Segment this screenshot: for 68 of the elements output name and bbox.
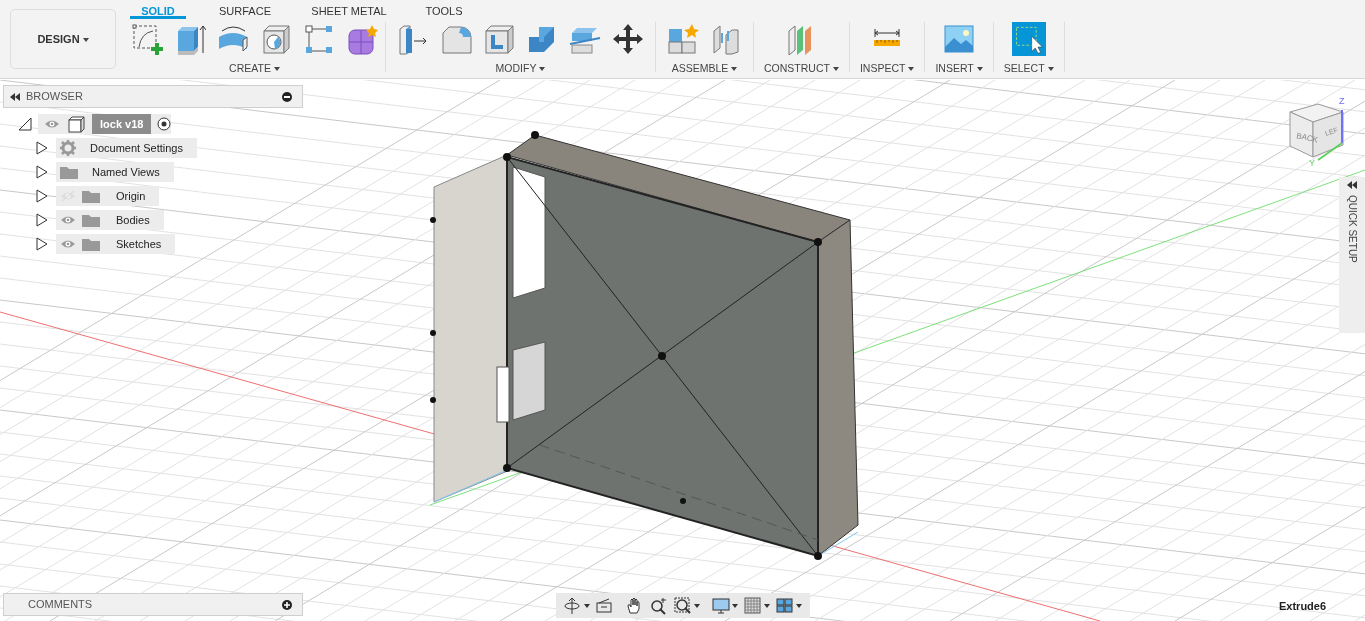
folder-icon [60, 165, 78, 179]
collapse-icon[interactable] [1347, 181, 1357, 189]
move-icon [612, 23, 644, 55]
zoom-icon [650, 596, 668, 615]
side-panel[interactable]: QUICK SETUP [1339, 177, 1365, 333]
joint-icon [710, 23, 742, 55]
toolbar-menu[interactable]: CREATE [229, 61, 280, 77]
tab[interactable]: SHEET METAL [304, 0, 394, 19]
caret-icon [732, 603, 738, 608]
component-icon [66, 115, 86, 133]
caret-icon [584, 603, 590, 608]
toolbar-menu[interactable]: CONSTRUCT [764, 61, 839, 77]
toolbar-menu[interactable]: MODIFY [495, 61, 546, 77]
caret-icon [796, 603, 802, 608]
folder-icon [82, 213, 100, 227]
activate-icon[interactable] [157, 117, 172, 131]
sketch-icon [131, 23, 163, 55]
folder-icon [82, 237, 100, 251]
tool-button[interactable] [611, 22, 645, 56]
panel-title: COMMENTS [28, 597, 93, 613]
viewports-icon [776, 596, 794, 615]
window-select-icon [1011, 20, 1046, 58]
zoom-window-icon [674, 596, 692, 615]
axis-label: Y [1309, 158, 1315, 168]
look-at-icon [596, 596, 614, 615]
image-icon [943, 23, 976, 55]
grid-icon [744, 596, 762, 615]
eye-icon[interactable] [60, 214, 76, 226]
expand-arrow-icon[interactable] [36, 165, 50, 179]
expand-arrow-icon[interactable] [36, 189, 50, 203]
tab[interactable]: TOOLS [394, 0, 494, 19]
toolbar-menu[interactable]: ASSEMBLE [671, 61, 738, 77]
browser-item[interactable]: Document Settings [56, 138, 197, 158]
eye-icon[interactable] [44, 118, 60, 130]
toolbar-menu[interactable]: INSPECT [859, 61, 915, 77]
orbit-icon [564, 596, 582, 615]
new-component-icon [667, 23, 699, 55]
browser-item[interactable]: Named Views [56, 162, 174, 182]
expand-arrow-icon[interactable] [36, 213, 50, 227]
caret-icon [764, 603, 770, 608]
status-text: Extrude6 [1279, 599, 1327, 614]
expand-arrow-icon[interactable] [36, 237, 50, 251]
collapse-arrow-icon[interactable] [18, 117, 32, 131]
toolbar-menu[interactable]: SELECT [1003, 61, 1054, 77]
press-pull-icon [397, 23, 429, 55]
browser-item[interactable]: Sketches [56, 234, 176, 254]
minimize-icon[interactable] [282, 91, 292, 102]
cube-face-label: BACK [1295, 131, 1319, 145]
shell-icon [483, 23, 515, 55]
form-icon [346, 23, 378, 55]
hole-icon [260, 23, 292, 55]
eye-icon[interactable] [60, 238, 76, 250]
toolbar-menu[interactable]: INSERT [935, 61, 983, 77]
expand-arrow-icon[interactable] [36, 141, 50, 155]
panel-title: BROWSER [26, 89, 83, 105]
browser-item[interactable]: Origin [56, 186, 160, 206]
collapse-icon[interactable] [10, 92, 20, 101]
add-icon[interactable] [282, 599, 292, 610]
tab[interactable]: SURFACE [186, 0, 304, 19]
folder-icon [82, 189, 100, 203]
display-icon [712, 596, 730, 615]
workspace-button[interactable]: DESIGN [10, 9, 116, 69]
axis-label: Z [1339, 96, 1345, 106]
gear-icon [60, 140, 76, 156]
browser-item[interactable]: Bodies [56, 210, 164, 230]
pattern-icon [303, 23, 335, 55]
caret-icon [694, 603, 700, 608]
fillet-icon [440, 23, 472, 55]
